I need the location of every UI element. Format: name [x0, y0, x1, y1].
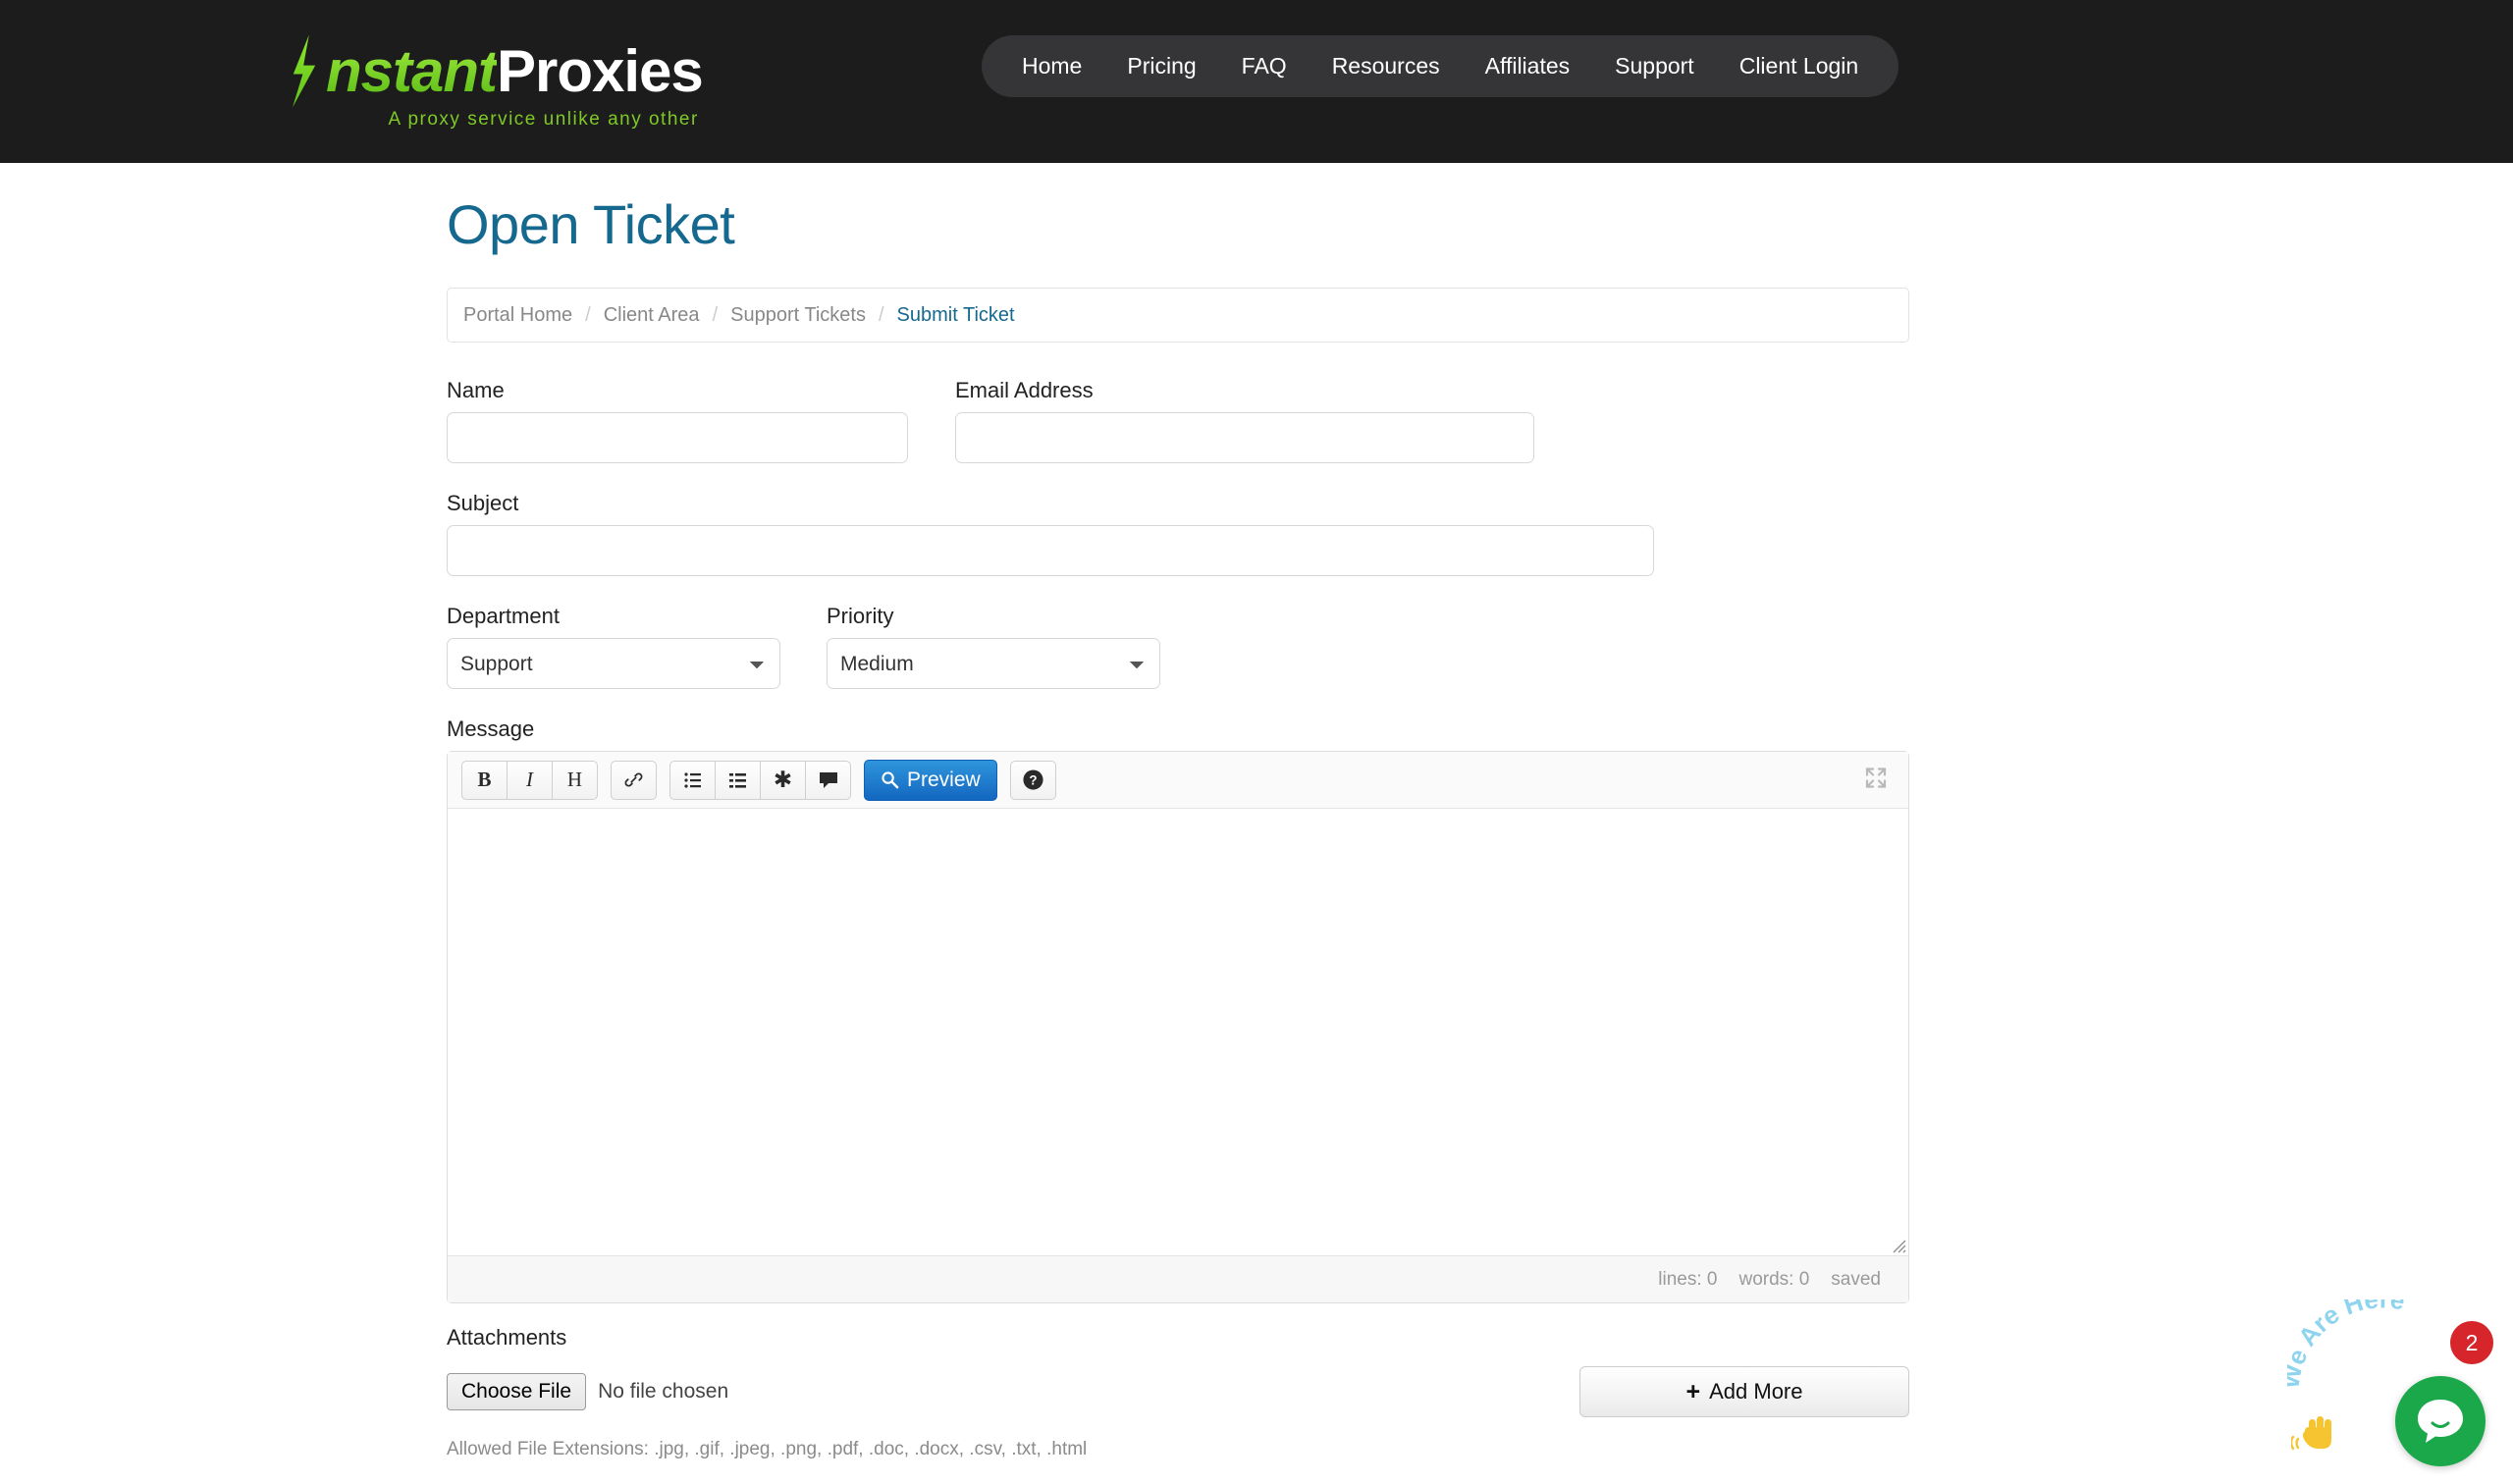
- help-button[interactable]: ?: [1009, 760, 1056, 800]
- nav-item-faq[interactable]: FAQ: [1219, 35, 1310, 97]
- nav-item-pricing[interactable]: Pricing: [1104, 35, 1218, 97]
- nav-item-affiliates[interactable]: Affiliates: [1463, 35, 1593, 97]
- list-group: ✱: [669, 760, 851, 800]
- message-field-group: Message B I H ✱ Preview ? lines: 0 words…: [447, 716, 2513, 1303]
- status-words: words: 0: [1738, 1268, 1810, 1290]
- message-label: Message: [447, 716, 535, 741]
- link-button[interactable]: [611, 760, 657, 800]
- attachments-row: Choose File No file chosen + Add More: [447, 1366, 1909, 1417]
- subject-label: Subject: [447, 491, 519, 515]
- page-content: Open Ticket Portal Home / Client Area / …: [0, 163, 2513, 1460]
- breadcrumb-item-submit-ticket[interactable]: Submit Ticket: [897, 304, 1015, 327]
- add-more-label: Add More: [1709, 1379, 1803, 1404]
- magnifier-icon: [882, 771, 899, 789]
- numbered-list-icon: [728, 772, 746, 788]
- logo-wordmark: nstant Proxies: [285, 34, 704, 108]
- email-field-group: Email Address: [955, 378, 1534, 463]
- logo-tagline: A proxy service unlike any other: [388, 108, 699, 130]
- status-saved: saved: [1831, 1268, 1881, 1290]
- attachments-label: Attachments: [447, 1325, 567, 1350]
- main-navigation: Home Pricing FAQ Resources Affiliates Su…: [982, 35, 1899, 97]
- logo-text-proxies: Proxies: [497, 37, 704, 104]
- breadcrumb-separator: /: [712, 303, 719, 326]
- breadcrumb-item-support-tickets[interactable]: Support Tickets: [730, 304, 866, 327]
- priority-label: Priority: [827, 604, 894, 628]
- priority-field-group: Priority Medium: [827, 604, 1160, 689]
- department-field-group: Department Support: [447, 604, 780, 689]
- link-icon: [624, 772, 643, 787]
- text-format-group: B I H: [461, 760, 598, 800]
- waving-hand-icon: [2291, 1416, 2331, 1451]
- file-input-wrapper[interactable]: Choose File No file chosen: [447, 1373, 728, 1410]
- add-more-button[interactable]: + Add More: [1579, 1366, 1909, 1417]
- editor-status-bar: lines: 0 words: 0 saved: [448, 1255, 1908, 1302]
- editor-body: [448, 809, 1908, 1255]
- message-textarea[interactable]: [448, 809, 1908, 1255]
- bullet-list-icon: [683, 771, 701, 788]
- department-priority-row: Department Support Priority Medium: [447, 604, 2513, 689]
- allowed-extensions-text: Allowed File Extensions: .jpg, .gif, .jp…: [447, 1439, 1088, 1459]
- subject-field-group: Subject: [447, 491, 2513, 576]
- page-title: Open Ticket: [447, 193, 735, 255]
- breadcrumb-item-portal-home[interactable]: Portal Home: [463, 304, 572, 327]
- priority-select[interactable]: Medium: [827, 638, 1160, 689]
- email-label: Email Address: [955, 378, 1094, 402]
- heading-button[interactable]: H: [552, 760, 598, 800]
- nav-item-resources[interactable]: Resources: [1310, 35, 1463, 97]
- breadcrumb-item-client-area[interactable]: Client Area: [604, 304, 700, 327]
- chat-unread-badge[interactable]: 2: [2450, 1321, 2493, 1364]
- email-input[interactable]: [955, 412, 1534, 463]
- name-field-group: Name: [447, 378, 908, 463]
- nav-item-home[interactable]: Home: [999, 35, 1104, 97]
- status-lines: lines: 0: [1658, 1268, 1718, 1290]
- attachments-group: Attachments Choose File No file chosen +…: [447, 1325, 2513, 1460]
- ordered-list-button[interactable]: [715, 760, 761, 800]
- markdown-editor: B I H ✱ Preview ? lines: 0 words: 0 save…: [447, 751, 1909, 1303]
- name-input[interactable]: [447, 412, 908, 463]
- chat-bubble-icon: [2418, 1400, 2463, 1443]
- unordered-list-button[interactable]: [669, 760, 716, 800]
- lightning-bolt-icon: [293, 34, 316, 108]
- horizontal-rule-button[interactable]: ✱: [760, 760, 806, 800]
- chat-open-button[interactable]: [2395, 1376, 2486, 1466]
- svg-text:?: ?: [1029, 772, 1037, 787]
- name-email-row: Name Email Address: [447, 378, 2513, 463]
- bold-button[interactable]: B: [461, 760, 508, 800]
- breadcrumb-separator: /: [585, 303, 591, 326]
- asterisk-icon: ✱: [773, 767, 793, 792]
- site-header: nstant Proxies A proxy service unlike an…: [0, 0, 2513, 163]
- logo-text-instant: nstant: [326, 37, 498, 104]
- department-label: Department: [447, 604, 560, 628]
- name-label: Name: [447, 378, 505, 402]
- breadcrumb-separator: /: [878, 303, 884, 326]
- preview-button[interactable]: Preview: [864, 759, 997, 801]
- quote-button[interactable]: [805, 760, 851, 800]
- no-file-chosen-text: No file chosen: [598, 1380, 729, 1403]
- fullscreen-expand-button[interactable]: [1863, 765, 1889, 795]
- department-select[interactable]: Support: [447, 638, 780, 689]
- nav-item-client-login[interactable]: Client Login: [1717, 35, 1881, 97]
- fullscreen-expand-icon: [1865, 767, 1887, 788]
- choose-file-button[interactable]: Choose File: [447, 1373, 587, 1410]
- editor-toolbar: B I H ✱ Preview ?: [448, 752, 1908, 809]
- question-circle-icon: ?: [1023, 769, 1043, 790]
- subject-input[interactable]: [447, 525, 1654, 576]
- breadcrumb: Portal Home / Client Area / Support Tick…: [447, 288, 1909, 343]
- preview-button-label: Preview: [907, 768, 981, 791]
- site-logo[interactable]: nstant Proxies A proxy service unlike an…: [285, 34, 704, 130]
- chat-widget: We Are Here 2: [2281, 1294, 2507, 1480]
- we-are-here-text: We Are Here: [2287, 1299, 2407, 1391]
- italic-button[interactable]: I: [507, 760, 553, 800]
- link-group: [611, 760, 657, 800]
- speech-bubble-icon: [819, 771, 837, 788]
- nav-item-support[interactable]: Support: [1592, 35, 1717, 97]
- plus-icon: +: [1685, 1377, 1701, 1405]
